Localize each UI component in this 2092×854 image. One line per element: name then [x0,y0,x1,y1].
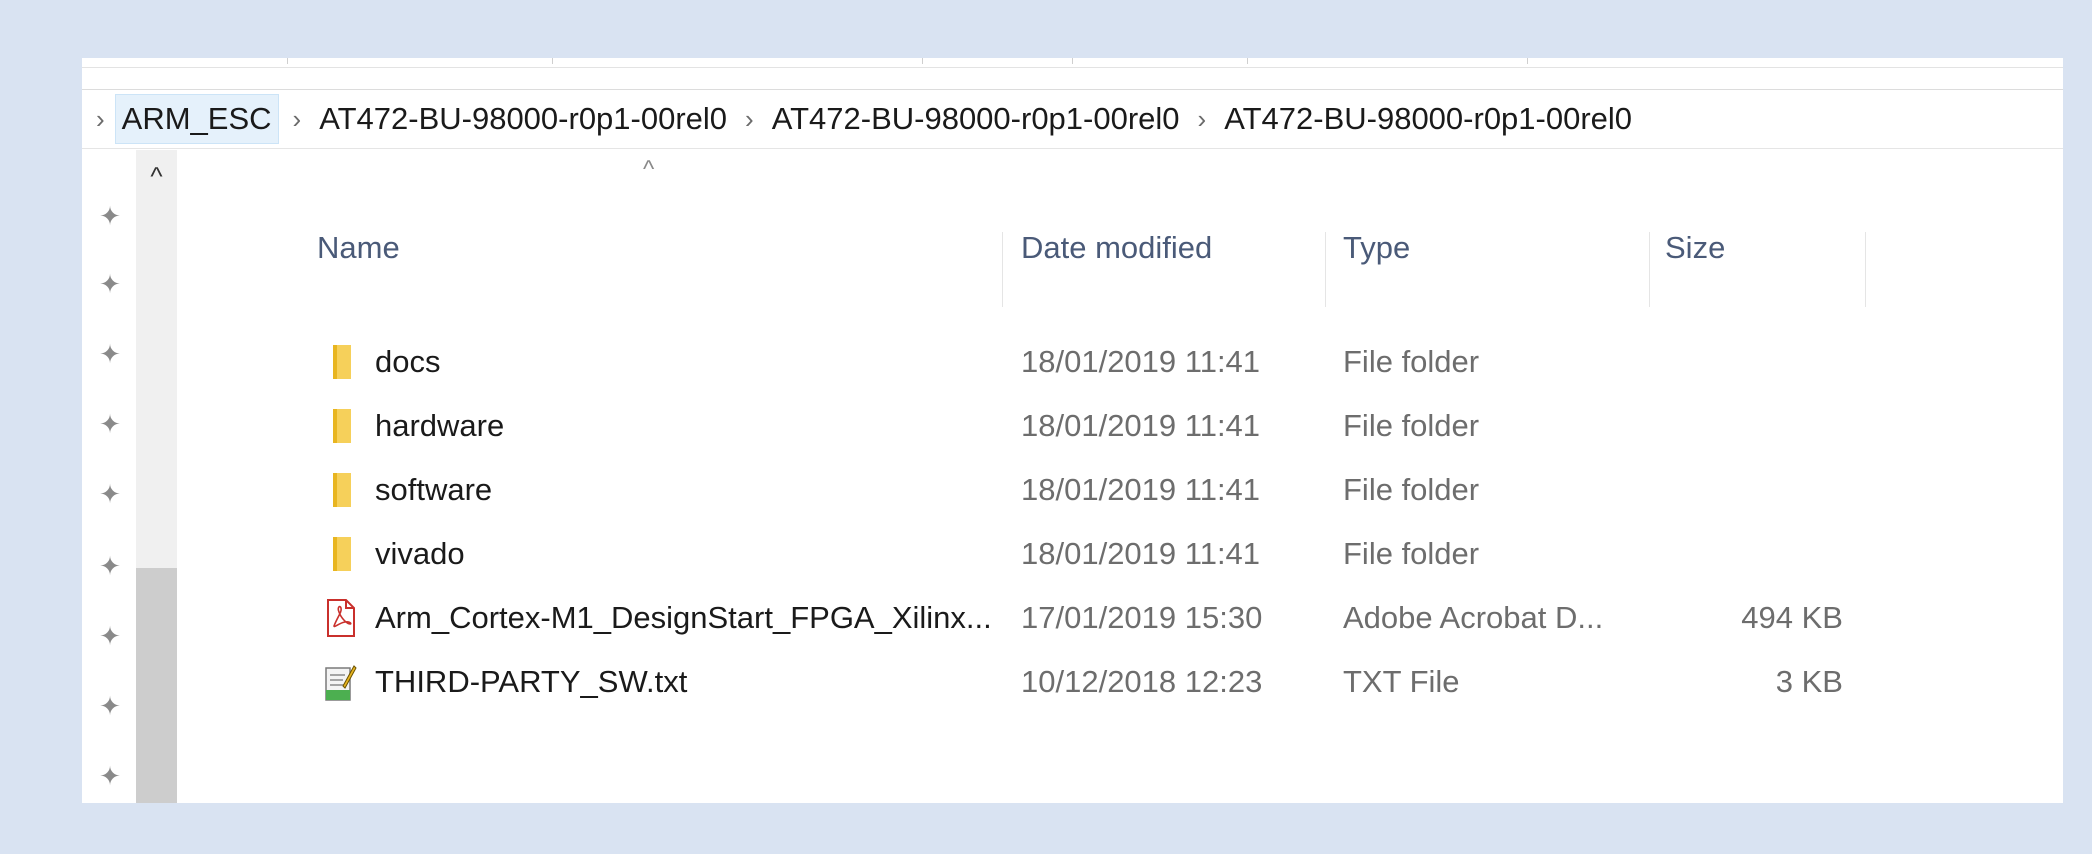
file-date-modified: 17/01/2019 15:30 [1021,600,1263,635]
file-size: 3 KB [1775,664,1843,699]
list-item-folder-software[interactable]: software 18/01/2019 11:41 File folder [177,460,1777,516]
column-divider[interactable] [1325,232,1326,307]
breadcrumb-item[interactable]: AT472-BU-98000-r0p1-00rel0 [315,95,731,143]
file-size: 494 KB [1741,600,1843,635]
column-header-name[interactable]: Name [317,230,400,266]
breadcrumb-item[interactable]: AT472-BU-98000-r0p1-00rel0 [1220,95,1636,143]
file-name: hardware [375,408,505,443]
file-date-modified: 18/01/2019 11:41 [1021,344,1261,379]
pin-icon[interactable]: ✦ [92,336,128,372]
file-list: ^ Name Date modified Type Size docs 18/0… [177,150,2063,803]
ribbon-strip [82,58,2063,68]
pin-icon[interactable]: ✦ [92,688,128,724]
list-item-file-txt[interactable]: THIRD-PARTY_SW.txt 10/12/2018 12:23 TXT … [177,652,1843,708]
list-item-folder-hardware[interactable]: hardware 18/01/2019 11:41 File folder [177,396,1777,452]
file-name: THIRD-PARTY_SW.txt [375,664,688,699]
file-type: TXT File [1343,664,1460,699]
breadcrumb-item-arm-esc[interactable]: ARM_ESC [114,94,279,144]
pin-icon[interactable]: ✦ [92,618,128,654]
sort-ascending-icon: ^ [643,156,655,183]
pin-icon[interactable]: ✦ [92,406,128,442]
breadcrumb-item[interactable]: AT472-BU-98000-r0p1-00rel0 [768,95,1184,143]
file-type: File folder [1343,472,1480,507]
file-name: Arm_Cortex-M1_DesignStart_FPGA_Xilinx... [375,600,992,635]
chevron-right-icon[interactable]: › [279,104,316,135]
list-item-folder-vivado[interactable]: vivado 18/01/2019 11:41 File folder [177,524,1777,580]
file-date-modified: 18/01/2019 11:41 [1021,408,1261,443]
column-header-type[interactable]: Type [1343,230,1410,266]
list-item-folder-docs[interactable]: docs 18/01/2019 11:41 File folder [177,332,1777,388]
file-name: software [375,472,493,507]
pdf-icon [327,599,355,637]
address-bar[interactable]: › ARM_ESC › AT472-BU-98000-r0p1-00rel0 ›… [82,89,2063,149]
file-explorer-window: › ARM_ESC › AT472-BU-98000-r0p1-00rel0 ›… [82,58,2063,803]
scroll-thumb[interactable] [136,568,177,803]
pin-icon[interactable]: ✦ [92,758,128,794]
pin-icon[interactable]: ✦ [92,198,128,234]
pin-icon[interactable]: ✦ [92,266,128,302]
file-date-modified: 10/12/2018 12:23 [1021,664,1263,699]
file-type: File folder [1343,536,1480,571]
folder-icon [333,409,351,443]
navigation-pane: ✦ ✦ ✦ ✦ ✦ ✦ ✦ ✦ ✦ ^ [82,150,177,803]
folder-icon [333,537,351,571]
folder-icon [333,473,351,507]
scroll-up-icon[interactable]: ^ [136,158,177,194]
column-divider[interactable] [1865,232,1866,307]
file-date-modified: 18/01/2019 11:41 [1021,472,1261,507]
file-type: File folder [1343,344,1480,379]
nav-scrollbar[interactable]: ^ [136,150,177,803]
file-date-modified: 18/01/2019 11:41 [1021,536,1261,571]
chevron-right-icon[interactable]: › [1184,104,1221,135]
list-item-file-pdf[interactable]: Arm_Cortex-M1_DesignStart_FPGA_Xilinx...… [177,588,1843,644]
column-header-size[interactable]: Size [1665,230,1725,266]
file-type: File folder [1343,408,1480,443]
column-header-date-modified[interactable]: Date modified [1021,230,1212,266]
chevron-right-icon[interactable]: › [82,104,115,135]
pin-icon[interactable]: ✦ [92,548,128,584]
file-name: docs [375,344,441,379]
chevron-right-icon[interactable]: › [731,104,768,135]
file-type: Adobe Acrobat D... [1343,600,1604,635]
column-divider[interactable] [1002,232,1003,307]
text-file-icon [325,665,357,701]
folder-icon [333,345,351,379]
column-divider[interactable] [1649,232,1650,307]
file-name: vivado [375,536,465,571]
pin-icon[interactable]: ✦ [92,476,128,512]
